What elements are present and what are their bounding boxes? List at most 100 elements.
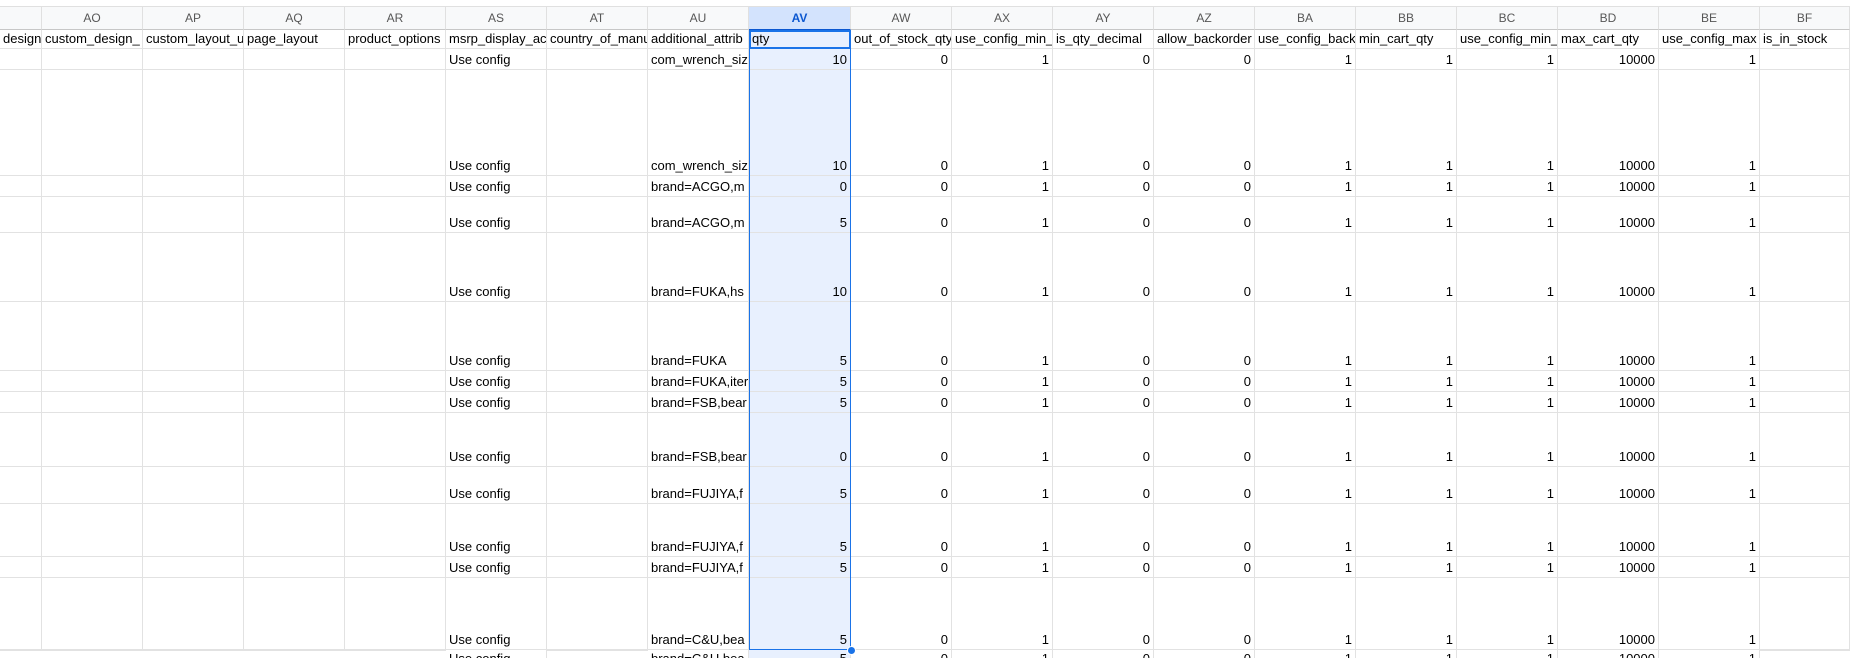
table-cell[interactable]: Use config	[446, 176, 547, 197]
table-cell[interactable]	[42, 233, 143, 302]
table-cell[interactable]: 1	[1255, 557, 1356, 578]
table-cell[interactable]: Use config	[446, 392, 547, 413]
table-cell[interactable]: brand=C&U,bea	[648, 578, 749, 650]
table-cell[interactable]: 10000	[1558, 504, 1659, 557]
table-cell[interactable]: 1	[952, 302, 1053, 371]
column-header-ao[interactable]: AO	[42, 6, 143, 30]
table-cell[interactable]	[244, 392, 345, 413]
table-cell[interactable]: 5	[749, 392, 851, 413]
table-cell[interactable]: 0	[851, 578, 952, 650]
table-cell[interactable]	[244, 504, 345, 557]
table-cell[interactable]: 5	[749, 302, 851, 371]
table-cell[interactable]: 1	[1659, 413, 1760, 467]
table-cell[interactable]	[345, 197, 446, 233]
table-cell[interactable]: Use config	[446, 302, 547, 371]
table-cell[interactable]	[0, 392, 42, 413]
column-header-ax[interactable]: AX	[952, 6, 1053, 30]
table-cell[interactable]	[1760, 467, 1850, 504]
table-cell[interactable]: 10000	[1558, 371, 1659, 392]
table-cell[interactable]: 0	[1053, 578, 1154, 650]
table-cell[interactable]	[143, 578, 244, 650]
table-cell[interactable]: Use config	[446, 371, 547, 392]
table-cell[interactable]	[0, 70, 42, 176]
table-cell[interactable]: 0	[1053, 70, 1154, 176]
table-cell[interactable]	[547, 578, 648, 650]
table-cell[interactable]: Use config	[446, 233, 547, 302]
table-cell[interactable]	[143, 70, 244, 176]
table-cell[interactable]	[345, 176, 446, 197]
table-cell[interactable]	[1760, 176, 1850, 197]
table-cell[interactable]: 1	[1659, 233, 1760, 302]
table-cell[interactable]	[143, 49, 244, 70]
table-cell[interactable]	[345, 371, 446, 392]
table-cell[interactable]: 0	[851, 233, 952, 302]
table-cell[interactable]	[1760, 650, 1850, 651]
table-cell[interactable]: 1	[1457, 49, 1558, 70]
table-cell[interactable]: 0	[851, 70, 952, 176]
table-cell[interactable]: 1	[952, 413, 1053, 467]
table-cell[interactable]	[0, 49, 42, 70]
table-cell[interactable]	[547, 650, 648, 651]
table-cell[interactable]	[244, 233, 345, 302]
table-cell[interactable]	[1760, 371, 1850, 392]
field-header-cell[interactable]: custom_layout_u	[143, 30, 244, 49]
table-cell[interactable]	[0, 413, 42, 467]
table-cell[interactable]	[244, 49, 345, 70]
table-cell[interactable]	[345, 413, 446, 467]
table-cell[interactable]	[547, 176, 648, 197]
table-cell[interactable]	[1760, 504, 1850, 557]
table-cell[interactable]	[143, 197, 244, 233]
table-cell[interactable]	[0, 371, 42, 392]
table-cell[interactable]: com_wrench_siz	[648, 49, 749, 70]
table-cell[interactable]: Use config	[446, 70, 547, 176]
table-cell[interactable]: Use config	[446, 557, 547, 578]
table-cell[interactable]	[547, 302, 648, 371]
table-cell[interactable]: 1	[1659, 467, 1760, 504]
table-cell[interactable]: 0	[851, 176, 952, 197]
field-header-cell[interactable]: qty	[749, 30, 851, 49]
table-cell[interactable]: Use config	[446, 467, 547, 504]
field-header-cell[interactable]: product_options	[345, 30, 446, 49]
table-cell[interactable]: 1	[1356, 176, 1457, 197]
table-cell[interactable]: 0	[1053, 176, 1154, 197]
column-header-av[interactable]: AV	[749, 6, 851, 30]
field-header-cell[interactable]: use_config_min_	[952, 30, 1053, 49]
table-cell[interactable]	[143, 650, 244, 651]
table-cell[interactable]: 5	[749, 467, 851, 504]
table-cell[interactable]	[345, 578, 446, 650]
table-cell[interactable]	[1760, 413, 1850, 467]
table-cell[interactable]	[244, 578, 345, 650]
table-cell[interactable]: 5	[749, 557, 851, 578]
table-cell[interactable]: 0	[749, 176, 851, 197]
table-cell[interactable]: 1	[1356, 392, 1457, 413]
field-header-cell[interactable]: min_cart_qty	[1356, 30, 1457, 49]
table-cell[interactable]: 1	[1457, 504, 1558, 557]
table-cell[interactable]: 1	[952, 49, 1053, 70]
table-cell[interactable]	[345, 233, 446, 302]
table-cell[interactable]: 10	[749, 233, 851, 302]
table-cell[interactable]: 1	[1255, 49, 1356, 70]
field-header-cell[interactable]: max_cart_qty	[1558, 30, 1659, 49]
table-cell[interactable]	[547, 467, 648, 504]
table-cell[interactable]: 0	[1154, 302, 1255, 371]
table-cell[interactable]	[547, 233, 648, 302]
table-cell[interactable]: 0	[1154, 504, 1255, 557]
table-cell[interactable]: 1	[952, 578, 1053, 650]
table-cell[interactable]: 1	[952, 557, 1053, 578]
table-cell[interactable]: 1	[1356, 413, 1457, 467]
table-cell[interactable]: com_wrench_siz	[648, 70, 749, 176]
table-cell[interactable]	[0, 176, 42, 197]
table-cell[interactable]: 10000	[1558, 302, 1659, 371]
table-cell[interactable]	[345, 70, 446, 176]
table-cell[interactable]: 1	[1659, 197, 1760, 233]
table-cell[interactable]: 1	[1255, 371, 1356, 392]
table-cell[interactable]: 5	[749, 197, 851, 233]
table-cell[interactable]: brand=ACGO,m	[648, 197, 749, 233]
field-header-cell[interactable]: out_of_stock_qty	[851, 30, 952, 49]
table-cell[interactable]: 10	[749, 49, 851, 70]
table-cell[interactable]	[42, 504, 143, 557]
table-cell[interactable]	[547, 371, 648, 392]
table-cell[interactable]: 1	[1356, 233, 1457, 302]
table-cell[interactable]	[143, 371, 244, 392]
table-cell[interactable]	[42, 650, 143, 651]
